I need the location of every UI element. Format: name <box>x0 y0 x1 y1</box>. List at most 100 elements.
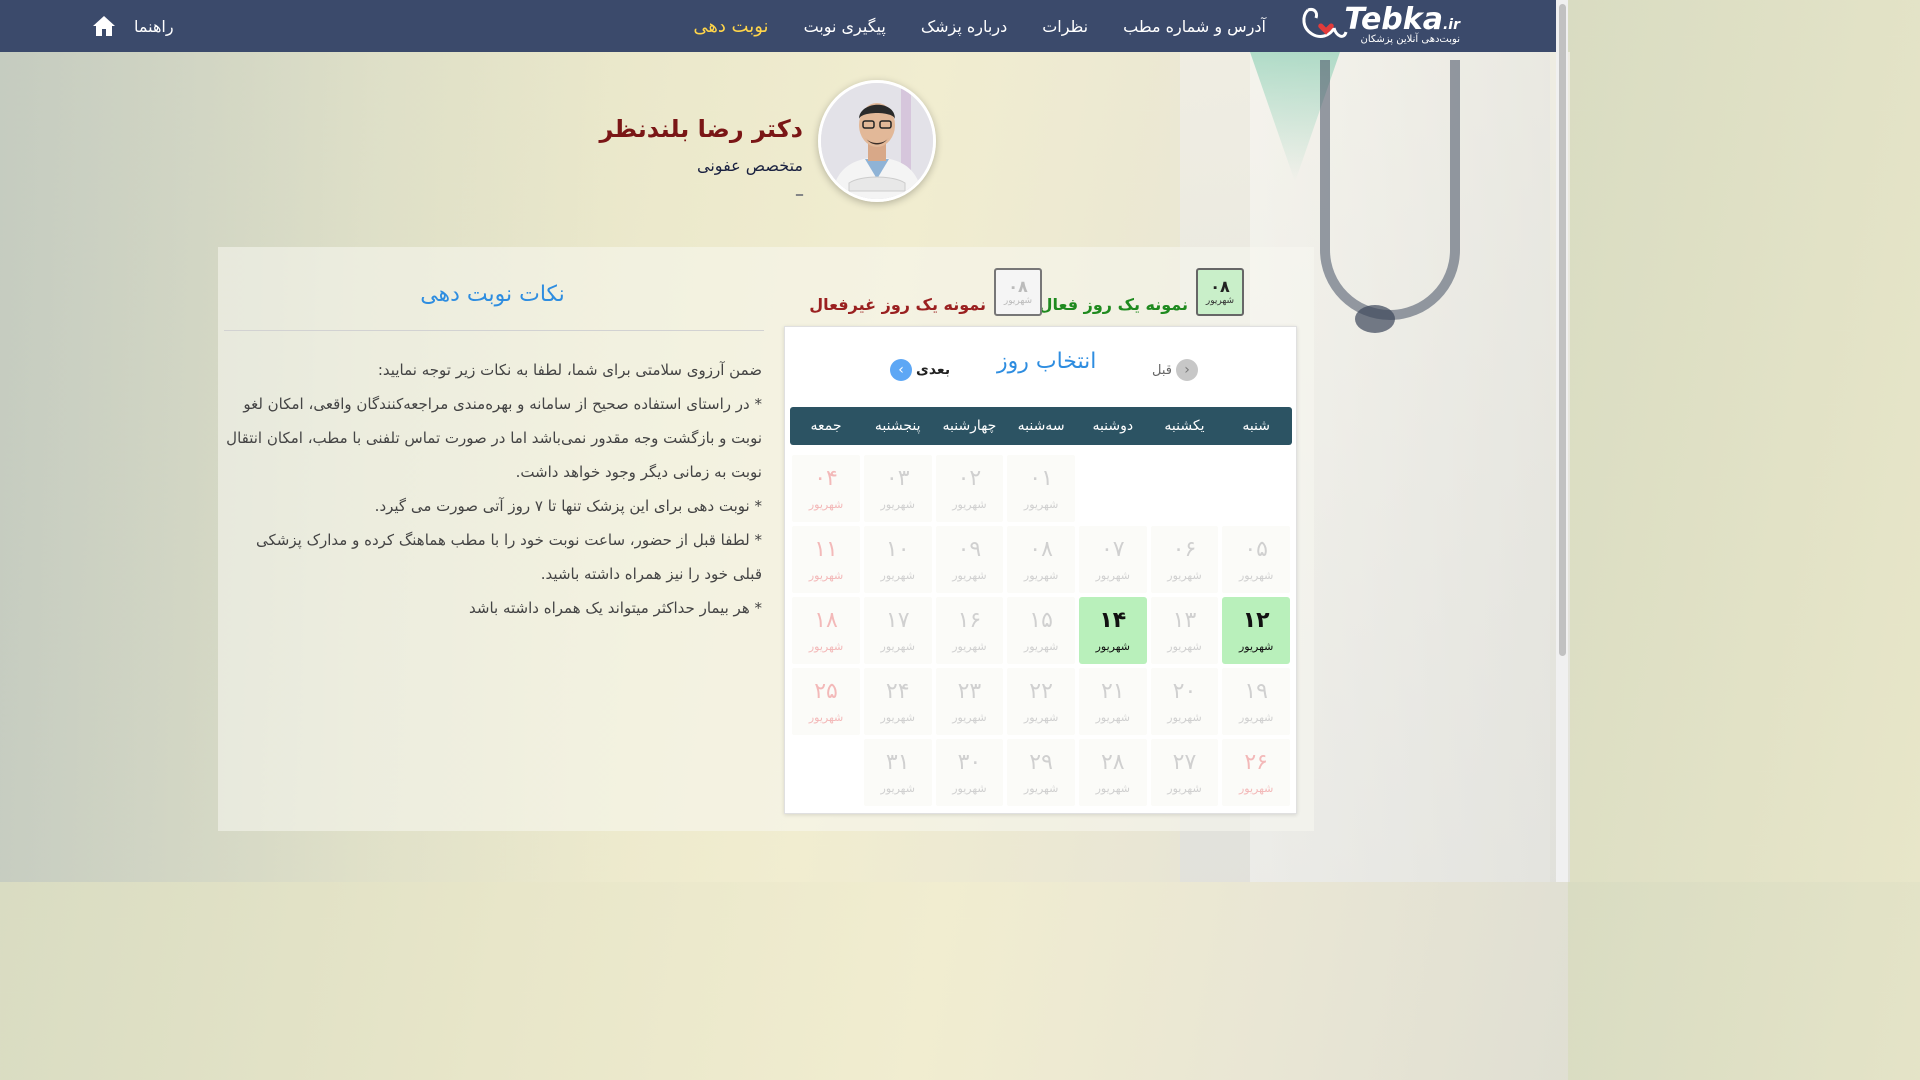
day-number: ۲۸ <box>1100 750 1125 775</box>
calendar-prev-button[interactable]: ‹ قبل <box>1152 359 1198 381</box>
day-number: ۲۱ <box>1100 679 1125 704</box>
calendar-day-inactive: ۱۸ شهریور <box>792 597 860 664</box>
calendar-day-inactive: ۱۹ شهریور <box>1222 668 1290 735</box>
day-number: ۳۱ <box>885 750 910 775</box>
legend-month: شهریور <box>1003 296 1033 306</box>
scrollbar-thumb[interactable] <box>1559 4 1566 656</box>
day-number: ۲۲ <box>1029 679 1053 704</box>
day-number: ۲۴ <box>885 679 910 704</box>
calendar-day-inactive: ۰۴ شهریور <box>792 455 860 522</box>
day-month: شهریور <box>880 782 915 795</box>
weekday-label: شنبه <box>1242 418 1270 434</box>
calendar-day-inactive: ۰۶ شهریور <box>1150 526 1219 593</box>
day-number: ۲۹ <box>1029 750 1053 775</box>
calendar-day-inactive: ۰۳ شهریور <box>863 455 932 522</box>
nav-help-link[interactable]: راهنما <box>134 17 174 36</box>
logo-tagline: نوبت‌دهی آنلاین پزشکان <box>1360 34 1461 45</box>
home-icon[interactable] <box>92 14 116 38</box>
weekday-label: سه‌شنبه <box>1017 418 1065 434</box>
calendar-day-inactive: ۱۷ شهریور <box>863 597 932 664</box>
calendar-week-row: ۱۲ شهریور ۱۳ شهریور ۱۴ شهریور ۱۵ شهریور ۱۶ شهریور… <box>790 595 1292 666</box>
nav-link-reviews[interactable]: نظرات <box>1042 17 1088 36</box>
weekday-label: جمعه <box>810 418 842 434</box>
chevron-right-icon: › <box>890 359 912 381</box>
weekday-label: پنجشنبه <box>874 418 921 434</box>
day-number: ۰۶ <box>1172 537 1197 562</box>
day-month: شهریور <box>808 498 844 511</box>
legend-active-label: نمونه یک روز فعال <box>1038 294 1188 314</box>
calendar-day-inactive: ۰۸ شهریور <box>1007 526 1075 593</box>
day-month: شهریور <box>880 711 915 724</box>
calendar-day-inactive: ۲۶ شهریور <box>1222 739 1290 806</box>
day-month: شهریور <box>1167 782 1202 795</box>
day-number: ۱۸ <box>814 608 838 633</box>
day-month: شهریور <box>808 569 844 582</box>
notes-line: * هر بیمار حداکثر میتواند یک همراه داشته… <box>469 599 762 617</box>
legend-day-number: ۰۸ <box>1210 277 1230 296</box>
day-month: شهریور <box>880 640 915 653</box>
notes-body: ضمن آرزوی سلامتی برای شما، لطفا به نکات … <box>224 353 762 625</box>
day-number: ۰۸ <box>1029 537 1053 562</box>
doctor-photo-illustration <box>821 83 933 199</box>
day-number: ۱۳ <box>1172 608 1197 633</box>
legend-inactive-label: نمونه یک روز غیرفعال <box>809 294 986 314</box>
day-month: شهریور <box>1167 569 1202 582</box>
calendar-day-inactive: ۰۱ شهریور <box>1007 455 1075 522</box>
calendar-day-active[interactable]: ۱۲ شهریور <box>1222 597 1290 664</box>
scrollbar[interactable] <box>1556 0 1568 882</box>
nav-link-address[interactable]: آدرس و شماره مطب <box>1123 17 1266 36</box>
nav-left: راهنما <box>92 0 174 52</box>
day-month: شهریور <box>952 711 987 724</box>
calendar-day-inactive: ۰۵ شهریور <box>1222 526 1290 593</box>
logo-wordmark: Tebka.ir <box>1344 2 1460 37</box>
day-month: شهریور <box>1167 640 1202 653</box>
day-number: ۲۶ <box>1244 750 1268 775</box>
calendar-day-inactive: ۲۰ شهریور <box>1150 668 1219 735</box>
day-number: ۰۵ <box>1244 537 1268 562</box>
day-month: شهریور <box>1095 711 1130 724</box>
weekday-label: چهارشنبه <box>942 418 997 434</box>
nav-link-track[interactable]: پیگیری نوبت <box>804 17 886 36</box>
calendar-day-inactive: ۲۳ شهریور <box>935 668 1004 735</box>
calendar-day-inactive: ۲۷ شهریور <box>1150 739 1219 806</box>
calendar-header: ‹ قبل انتخاب روز بعدی › <box>785 345 1298 389</box>
nav-link-about[interactable]: درباره پزشک <box>921 17 1007 36</box>
day-month: شهریور <box>880 498 915 511</box>
calendar-week-row: ۲۶ شهریور ۲۷ شهریور ۲۸ شهریور ۲۹ شهریور ۳۰ شهریور… <box>790 737 1292 808</box>
calendar-day-inactive: ۱۶ شهریور <box>935 597 1004 664</box>
calendar-next-label: بعدی <box>916 362 951 378</box>
day-number: ۱۱ <box>814 537 838 562</box>
day-month: شهریور <box>1238 640 1274 653</box>
calendar-day-inactive: ۳۰ شهریور <box>935 739 1004 806</box>
legend-month: شهریور <box>1205 296 1235 306</box>
legend-active-day: ۰۸ شهریور نمونه یک روز فعال <box>1039 268 1244 316</box>
calendar-day-inactive: ۰۲ شهریور <box>935 455 1004 522</box>
legend-active-sample: ۰۸ شهریور <box>1196 268 1244 316</box>
day-number: ۱۶ <box>957 608 982 633</box>
calendar-week-row: ۰۱ شهریور ۰۲ شهریور ۰۳ شهریور ۰۴ شهریور <box>790 453 1292 524</box>
day-number: ۰۱ <box>1029 466 1053 491</box>
doctor-name: دکتر رضا بلندنظر <box>599 115 803 143</box>
day-month: شهریور <box>1095 569 1130 582</box>
site-logo[interactable]: Tebka.ir نوبت‌دهی آنلاین پزشکان <box>1300 2 1461 48</box>
notes-line: * لطفا قبل از حضور، ساعت نوبت خود را با … <box>256 531 762 583</box>
day-number: ۲۵ <box>814 679 838 704</box>
calendar-day-active[interactable]: ۱۴ شهریور <box>1078 597 1147 664</box>
day-number: ۱۰ <box>885 537 910 562</box>
day-number: ۰۹ <box>957 537 982 562</box>
nav-link-booking[interactable]: نوبت دهی <box>693 16 768 37</box>
legend-inactive-sample: ۰۸ شهریور <box>994 268 1042 316</box>
calendar-week-row: ۱۹ شهریور ۲۰ شهریور ۲۱ شهریور ۲۲ شهریور ۲۳ شهریور… <box>790 666 1292 737</box>
day-month: شهریور <box>1095 640 1130 653</box>
day-number: ۱۵ <box>1029 608 1053 633</box>
calendar-next-button[interactable]: بعدی › <box>890 359 950 381</box>
notes-divider <box>224 330 764 331</box>
calendar-title: انتخاب روز <box>997 349 1097 374</box>
notes-line: * در راستای استفاده صحیح از سامانه و بهر… <box>226 395 762 481</box>
nav-links: آدرس و شماره مطب نظرات درباره پزشک پیگیر… <box>693 0 1266 52</box>
day-month: شهریور <box>1023 569 1059 582</box>
calendar-day-inactive: ۲۲ شهریور <box>1007 668 1075 735</box>
legend-inactive-day: ۰۸ شهریور نمونه یک روز غیرفعال <box>809 268 1042 316</box>
day-number: ۲۰ <box>1172 679 1197 704</box>
calendar-day-inactive: ۰۹ شهریور <box>935 526 1004 593</box>
